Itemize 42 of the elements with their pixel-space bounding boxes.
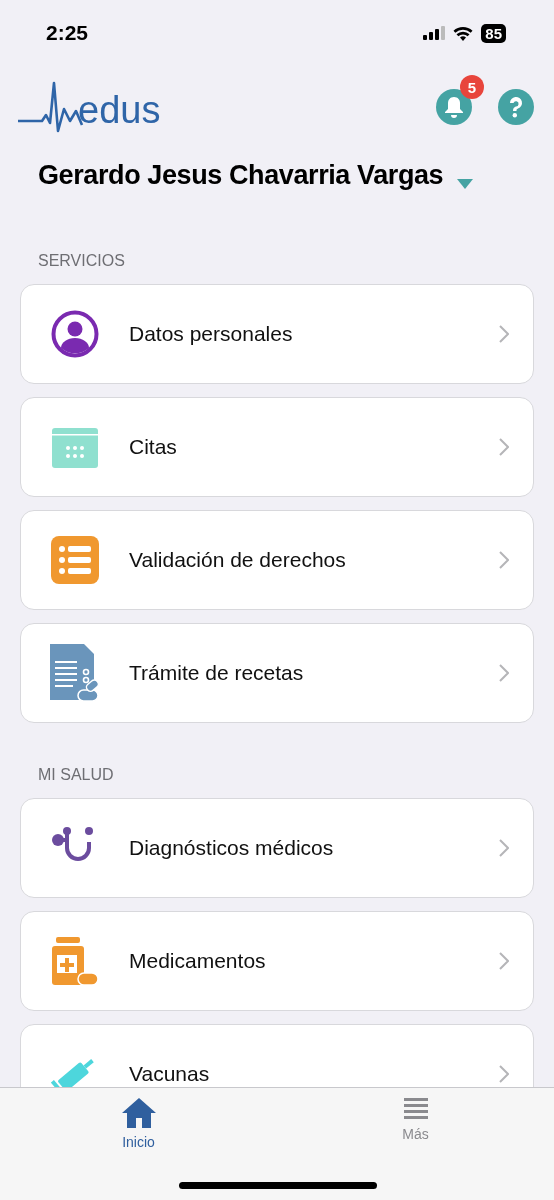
menu-item-card[interactable]: Citas [20,397,534,497]
signal-icon [423,26,446,40]
menu-item-label: Diagnósticos médicos [129,836,335,860]
menu-item-card[interactable]: Vacunas [20,1024,534,1088]
wifi-icon [453,25,474,41]
menu-item-label: Medicamentos [129,949,267,973]
tab-bar-item[interactable]: Inicio [0,1088,277,1156]
help-icon [507,96,525,118]
chevron-right-icon [499,1065,509,1083]
chevron-right-icon [499,839,509,857]
battery-level: 85 [481,23,506,43]
chevron-right-icon [499,551,509,569]
logo-text: edus [78,91,161,129]
prescription-document-icon [50,644,100,702]
chevron-right-icon [499,952,509,970]
menu-item-label: Citas [129,435,178,459]
menu-item-label: Trámite de recetas [129,661,305,685]
menu-item-card[interactable]: Diagnósticos médicos [20,798,534,898]
calendar-icon [51,425,99,469]
chevron-right-icon [499,325,509,343]
section-title: MI SALUD [37,765,115,785]
status-time: 2:25 [46,21,89,45]
menu-item-label: Validación de derechos [129,548,347,572]
person-icon [51,310,99,358]
menu-item-card[interactable]: Validación de derechos [20,510,534,610]
chevron-right-icon [499,438,509,456]
home-icon [121,1098,156,1128]
help-button[interactable] [498,89,534,125]
menu-icon [403,1098,428,1120]
bell-icon [444,96,464,118]
menu-item-card[interactable]: Medicamentos [20,911,534,1011]
menu-item-card[interactable]: Trámite de recetas [20,623,534,723]
menu-item-label: Vacunas [129,1062,211,1086]
user-name: Gerardo Jesus Chavarria Vargas [38,160,444,191]
notification-badge: 5 [460,75,484,99]
section-title: SERVICIOS [37,251,126,271]
menu-item-label: Datos personales [129,322,294,346]
list-icon [51,536,99,584]
medicine-bottle-icon [52,937,98,985]
dropdown-caret-icon[interactable] [457,178,474,189]
chevron-right-icon [499,664,509,682]
menu-item-card[interactable]: Datos personales [20,284,534,384]
